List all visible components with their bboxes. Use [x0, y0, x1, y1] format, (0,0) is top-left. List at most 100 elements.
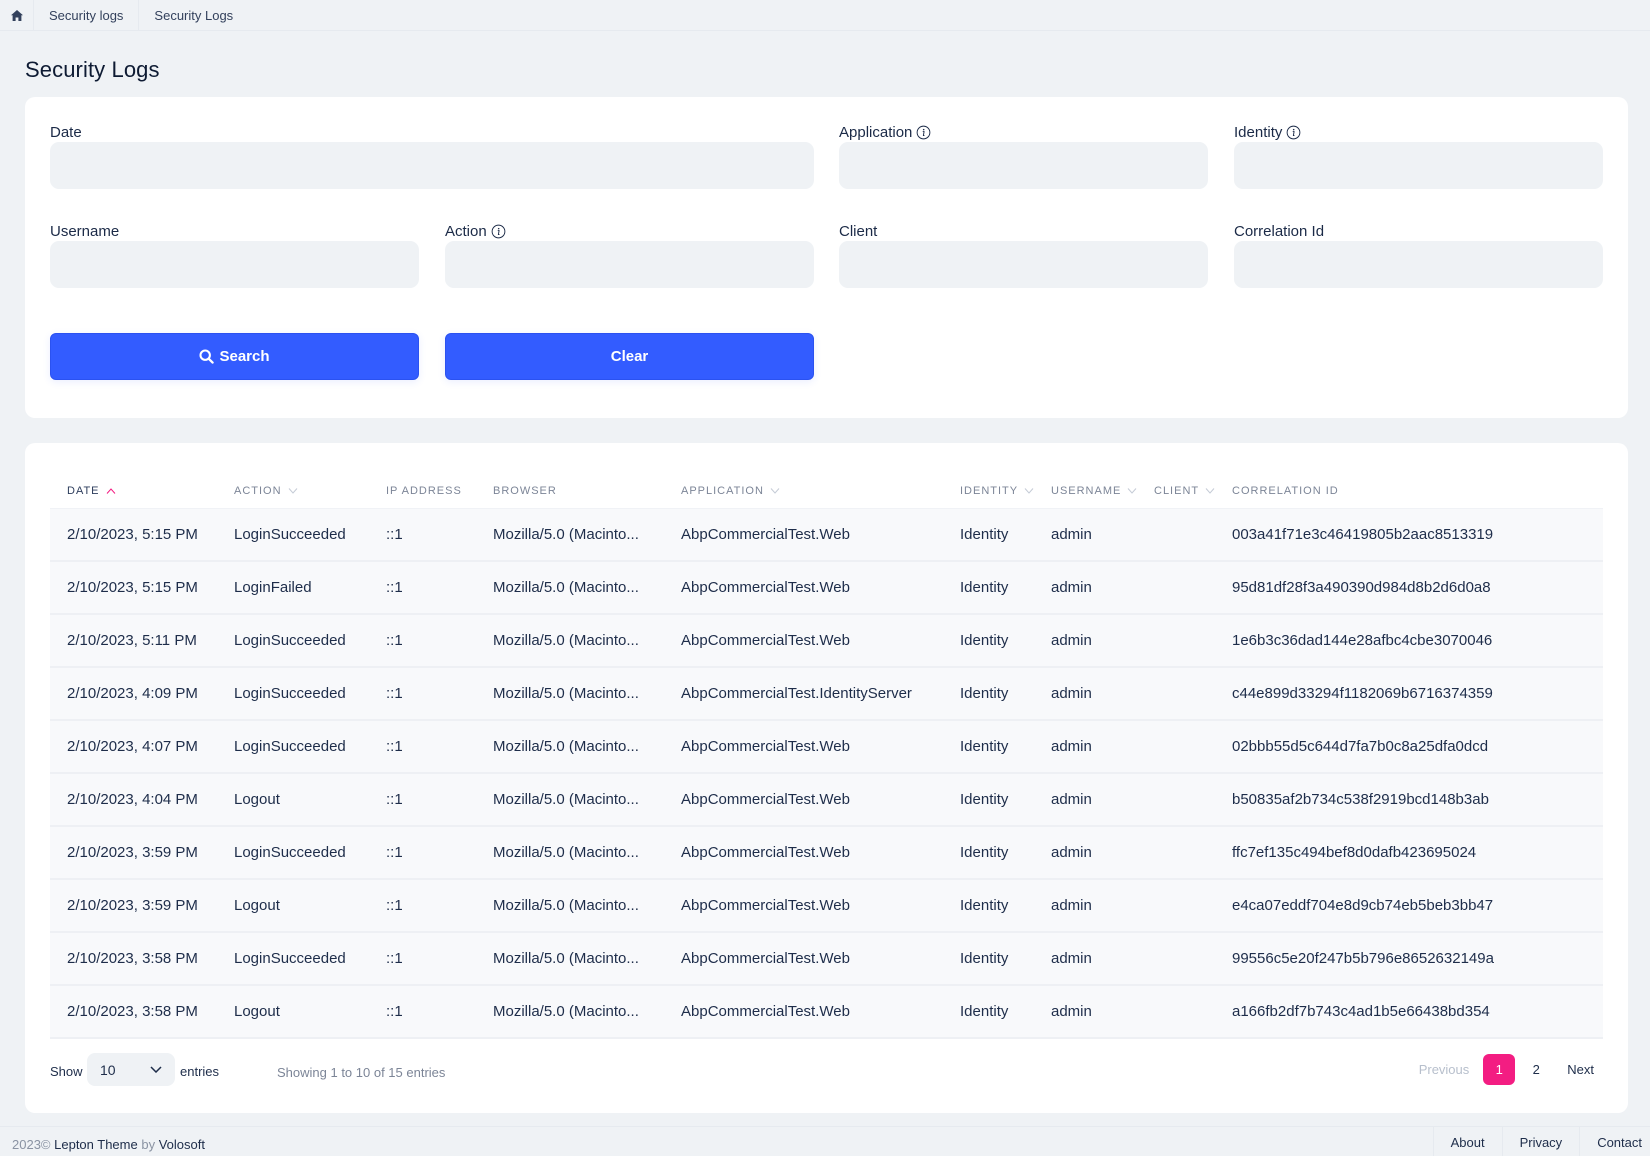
- cell-application: AbpCommercialTest.Web: [681, 632, 850, 649]
- footer-link-about[interactable]: About: [1432, 1127, 1502, 1156]
- column-header-identity[interactable]: IDENTITY: [960, 485, 1034, 497]
- breadcrumb-home[interactable]: [0, 0, 34, 30]
- cell-application: AbpCommercialTest.IdentityServer: [681, 685, 912, 702]
- column-header-client[interactable]: CLIENT: [1154, 485, 1215, 497]
- sort-icon: [288, 488, 297, 494]
- page-size-select[interactable]: 10: [87, 1053, 175, 1086]
- cell-browser: Mozilla/5.0 (Macinto...: [493, 950, 639, 967]
- breadcrumb-item-security-logs[interactable]: Security logs: [34, 0, 140, 30]
- sort-icon: [1127, 488, 1137, 494]
- table-row[interactable]: 2/10/2023, 5:11 PM LoginSucceeded::1 Mozil…: [50, 615, 1603, 668]
- info-icon[interactable]: [491, 224, 506, 239]
- search-button-label: Search: [219, 348, 270, 365]
- cell-identity: Identity: [960, 526, 1009, 543]
- sort-icon: [1205, 488, 1215, 494]
- theme-link[interactable]: Lepton Theme: [54, 1137, 138, 1152]
- sort-icon: [770, 488, 780, 494]
- pagination: Previous 1 2 Next: [1419, 1053, 1603, 1086]
- cell-correlation-id: 1e6b3c36dad144e28afbc4cbe3070046: [1232, 632, 1493, 649]
- pagination-page-2[interactable]: 2: [1520, 1054, 1552, 1085]
- table-row[interactable]: 2/10/2023, 3:59 PM Logout::1 Mozilla/5.0 (…: [50, 880, 1603, 933]
- column-header-action[interactable]: ACTION: [234, 485, 298, 497]
- action-label: Action: [445, 222, 814, 240]
- cell-application: AbpCommercialTest.Web: [681, 844, 850, 861]
- cell-browser: Mozilla/5.0 (Macinto...: [493, 632, 639, 649]
- table-row[interactable]: 2/10/2023, 3:58 PM LoginSucceeded::1 Mozil…: [50, 933, 1603, 986]
- table-row[interactable]: 2/10/2023, 4:07 PM LoginSucceeded::1 Mozil…: [50, 721, 1603, 774]
- application-label-text: Application: [839, 123, 913, 141]
- column-header-date[interactable]: DATE: [67, 485, 116, 497]
- cell-ip-address: ::1: [386, 950, 403, 967]
- table-info: Showing 1 to 10 of 15 entries: [277, 1065, 446, 1080]
- info-icon[interactable]: [916, 125, 931, 140]
- cell-ip-address: ::1: [386, 1003, 403, 1020]
- table-row[interactable]: 2/10/2023, 3:59 PM LoginSucceeded::1 Mozil…: [50, 827, 1603, 880]
- search-icon: [199, 349, 215, 364]
- cell-ip-address: ::1: [386, 632, 403, 649]
- info-icon[interactable]: [1286, 125, 1301, 140]
- table-row[interactable]: 2/10/2023, 5:15 PM LoginFailed::1 Mozilla/…: [50, 562, 1603, 615]
- cell-browser: Mozilla/5.0 (Macinto...: [493, 897, 639, 914]
- cell-action: Logout: [234, 791, 280, 808]
- cell-username: admin: [1051, 579, 1092, 596]
- cell-correlation-id: c44e899d33294f1182069b6716374359: [1232, 685, 1493, 702]
- cell-identity: Identity: [960, 685, 1009, 702]
- cell-correlation-id: 003a41f71e3c46419805b2aac8513319: [1232, 526, 1494, 543]
- sort-icon: [1024, 488, 1034, 494]
- column-header-username[interactable]: USERNAME: [1051, 485, 1137, 497]
- client-label-text: Client: [839, 222, 878, 240]
- pagination-next[interactable]: Next: [1567, 1062, 1594, 1077]
- correlation-id-label-text: Correlation Id: [1234, 222, 1325, 240]
- table-row[interactable]: 2/10/2023, 5:15 PM LoginSucceeded::1 Mozil…: [50, 509, 1603, 562]
- application-label: Application: [839, 123, 1208, 141]
- cell-application: AbpCommercialTest.Web: [681, 738, 850, 755]
- cell-correlation-id: 95d81df28f3a490390d984d8b2d6d0a8: [1232, 579, 1491, 596]
- date-input[interactable]: [50, 142, 814, 189]
- correlation-id-field: Correlation Id: [1234, 222, 1603, 288]
- cell-correlation-id: b50835af2b734c538f2919bcd148b3ab: [1232, 791, 1489, 808]
- action-input[interactable]: [445, 241, 814, 288]
- security-logs-table: DATE ACTION IP ADDRESS BROWSER APPLICATION ID…: [50, 472, 1603, 1039]
- clear-button[interactable]: Clear: [445, 333, 814, 380]
- table-row[interactable]: 2/10/2023, 3:58 PM Logout::1 Mozilla/5.0 (…: [50, 986, 1603, 1039]
- cell-identity: Identity: [960, 791, 1009, 808]
- cell-application: AbpCommercialTest.Web: [681, 897, 850, 914]
- cell-action: LoginSucceeded: [234, 685, 346, 702]
- cell-identity: Identity: [960, 579, 1009, 596]
- cell-username: admin: [1051, 738, 1092, 755]
- search-button[interactable]: Search: [50, 333, 419, 380]
- pagination-page-1[interactable]: 1: [1483, 1054, 1516, 1085]
- client-label: Client: [839, 222, 1208, 240]
- column-header-application[interactable]: APPLICATION: [681, 485, 780, 497]
- username-input[interactable]: [50, 241, 419, 288]
- cell-application: AbpCommercialTest.Web: [681, 950, 850, 967]
- cell-ip-address: ::1: [386, 738, 403, 755]
- action-label-text: Action: [445, 222, 487, 240]
- column-header-correlation-id: CORRELATION ID: [1232, 485, 1339, 497]
- cell-ip-address: ::1: [386, 526, 403, 543]
- breadcrumb-item-current: Security Logs: [154, 7, 234, 23]
- cell-identity: Identity: [960, 950, 1009, 967]
- pagination-previous[interactable]: Previous: [1419, 1062, 1470, 1077]
- cell-action: Logout: [234, 897, 280, 914]
- identity-input[interactable]: [1234, 142, 1603, 189]
- column-header-label: APPLICATION: [681, 485, 764, 497]
- company-link[interactable]: Volosoft: [159, 1137, 205, 1152]
- client-input[interactable]: [839, 241, 1208, 288]
- cell-username: admin: [1051, 897, 1092, 914]
- correlation-id-input[interactable]: [1234, 241, 1603, 288]
- table-card: DATE ACTION IP ADDRESS BROWSER APPLICATION ID…: [25, 443, 1628, 1113]
- table-row[interactable]: 2/10/2023, 4:09 PM LoginSucceeded::1 Mozil…: [50, 668, 1603, 721]
- table-row[interactable]: 2/10/2023, 4:04 PM Logout::1 Mozilla/5.0 (…: [50, 774, 1603, 827]
- footer-link-contact[interactable]: Contact: [1579, 1127, 1650, 1156]
- identity-label: Identity: [1234, 123, 1603, 141]
- footer-link-privacy[interactable]: Privacy: [1501, 1127, 1580, 1156]
- cell-date: 2/10/2023, 3:58 PM: [67, 950, 198, 967]
- cell-date: 2/10/2023, 3:59 PM: [67, 897, 198, 914]
- application-input[interactable]: [839, 142, 1208, 189]
- show-label: Show: [50, 1064, 83, 1079]
- client-field: Client: [839, 222, 1208, 288]
- filter-card: Date Application Identity Username Actio…: [25, 97, 1628, 418]
- cell-date: 2/10/2023, 5:15 PM: [67, 526, 198, 543]
- cell-correlation-id: 99556c5e20f247b5b796e8652632149a: [1232, 950, 1494, 967]
